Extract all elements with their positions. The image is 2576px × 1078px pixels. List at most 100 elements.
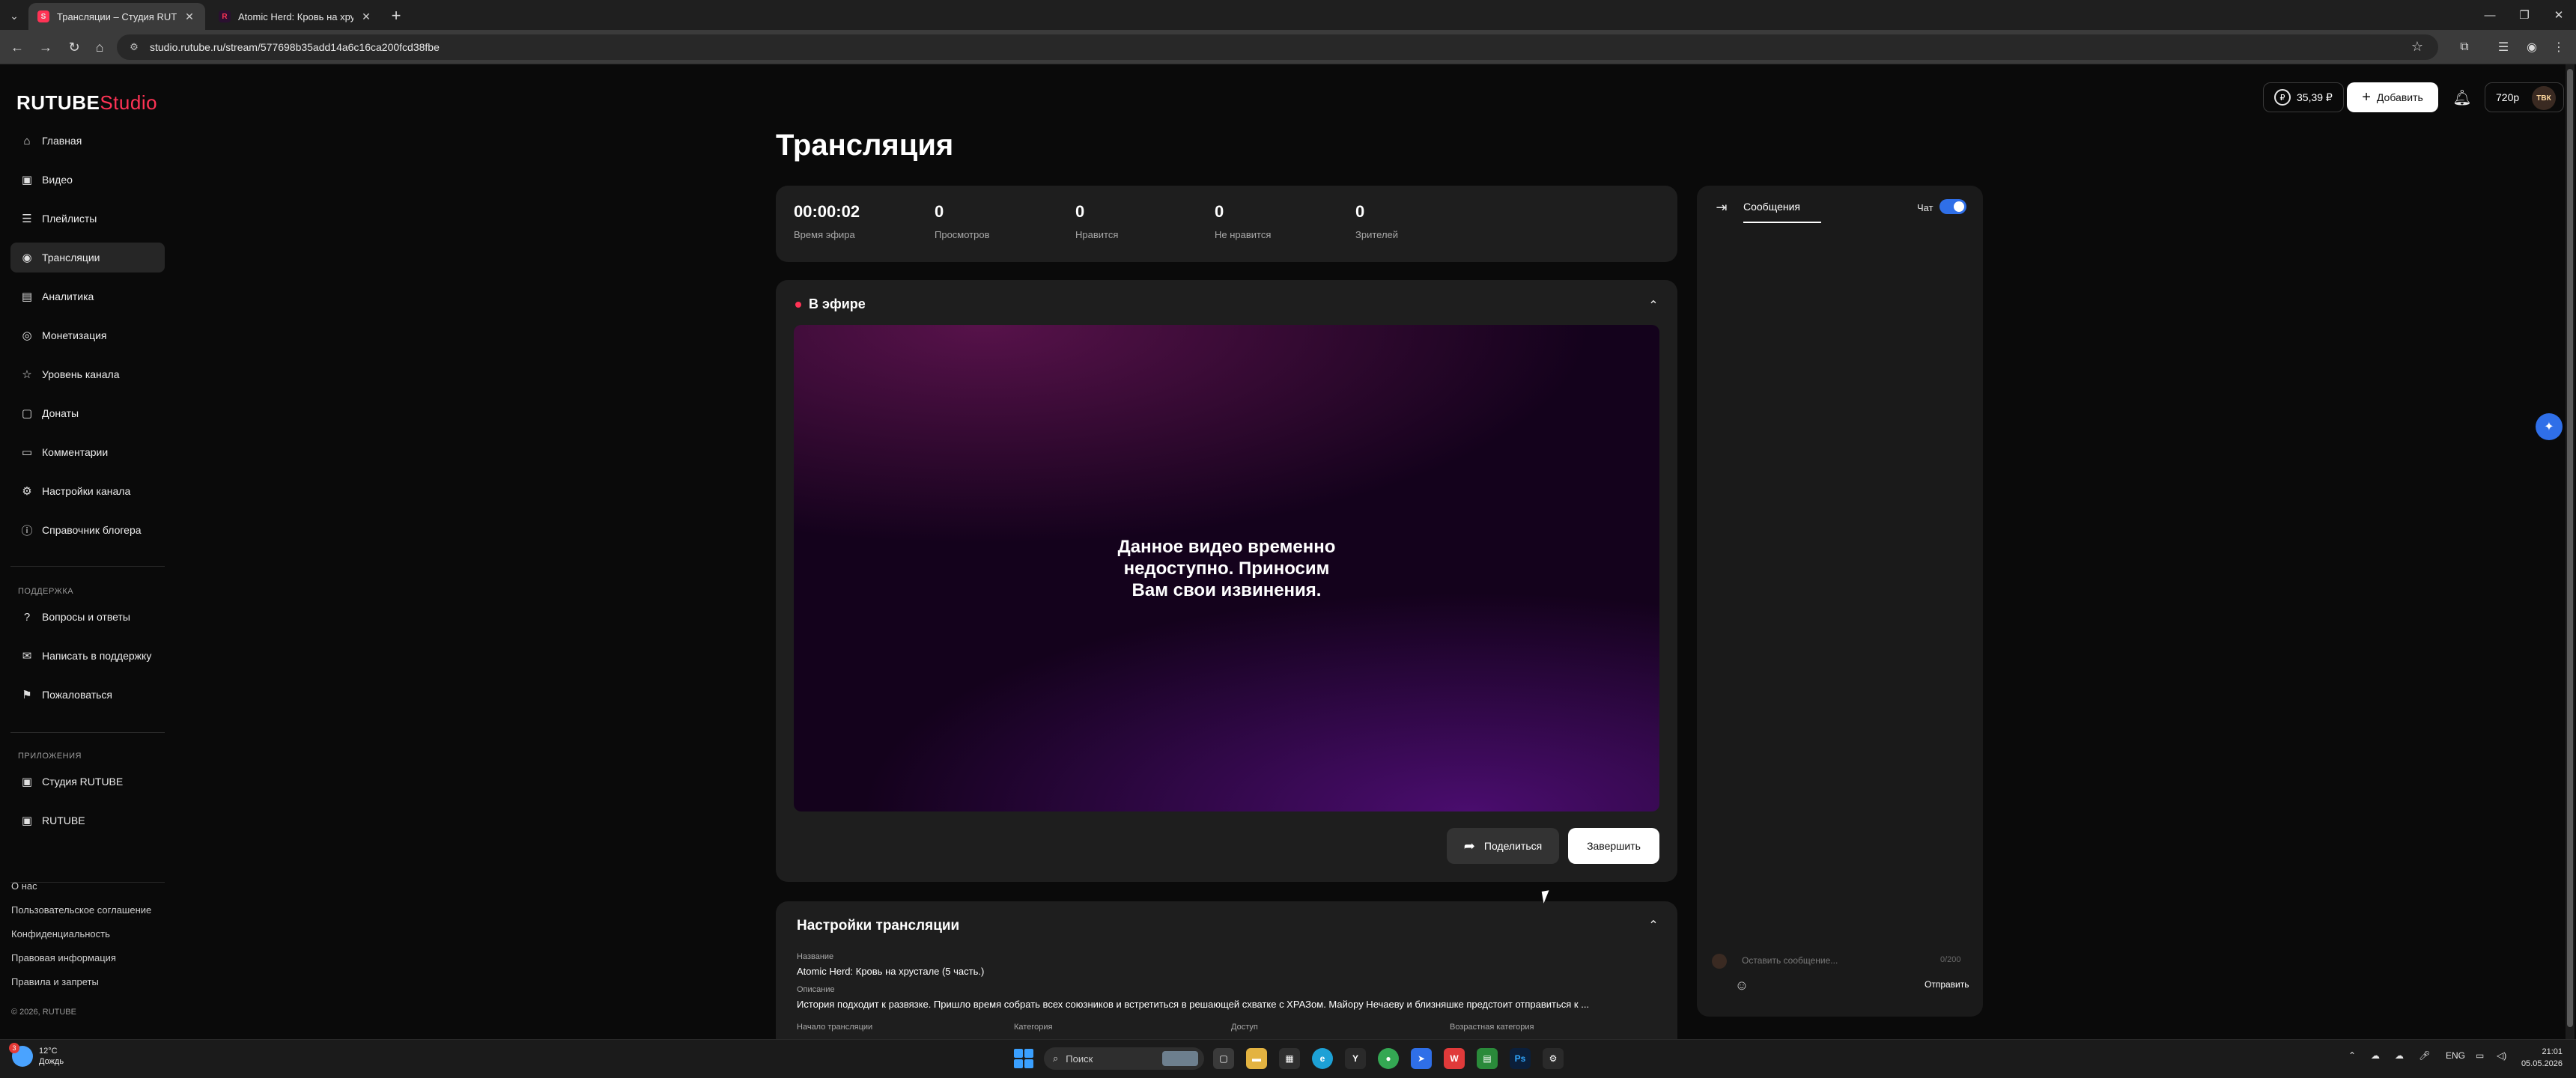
close-tab-icon[interactable]: ✕ [183, 10, 196, 23]
minimize-icon[interactable]: — [2471, 0, 2509, 30]
profile-icon[interactable]: ◉ [2521, 37, 2543, 58]
collapse-chevron-up-icon[interactable]: ⌃ [1643, 915, 1664, 936]
telegram-icon[interactable]: ➤ [1411, 1048, 1432, 1069]
settings-app-icon[interactable]: ⚙ [1543, 1048, 1564, 1069]
plus-icon: + [2362, 88, 2371, 106]
add-button[interactable]: + Добавить [2347, 82, 2438, 112]
collapse-chat-icon[interactable]: ⇥ [1712, 198, 1731, 217]
page-scrollbar[interactable] [2566, 64, 2575, 1039]
restore-icon[interactable]: ❐ [2506, 0, 2543, 30]
sidebar-item-analytics[interactable]: ▤ Аналитика [10, 281, 165, 311]
close-tab-icon[interactable]: ✕ [359, 10, 373, 23]
task-view-icon[interactable]: ▢ [1213, 1048, 1234, 1069]
address-bar[interactable]: ⚙ studio.rutube.ru/stream/577698b35add14… [117, 34, 2438, 60]
sidebar-item-channel-settings[interactable]: ⚙ Настройки канала [10, 476, 165, 506]
footer-link-terms[interactable]: Пользовательское соглашение [11, 904, 151, 916]
live-indicator-icon [795, 301, 801, 308]
back-icon[interactable]: ← [6, 37, 28, 58]
footer-link-legal[interactable]: Правовая информация [11, 952, 116, 963]
sidebar-item-rutube-app[interactable]: ▣ RUTUBE [10, 806, 165, 835]
quality-selector[interactable]: 720p ТВК [2485, 82, 2564, 112]
network-icon[interactable]: ▭ [2476, 1050, 2484, 1061]
broadcast-icon: ◉ [22, 252, 32, 264]
description-label: Описание [797, 985, 835, 994]
footer-link-about[interactable]: О нас [11, 880, 37, 892]
sidebar-item-report[interactable]: ⚑ Пожаловаться [10, 680, 165, 710]
tab-search-button[interactable]: ⌄ [4, 6, 24, 25]
sidebar-item-video[interactable]: ▣ Видео [10, 165, 165, 195]
taskbar-search[interactable]: ⌕ Поиск [1044, 1047, 1204, 1070]
browser-tab-active[interactable]: S Трансляции – Студия RUTUBE ✕ [28, 3, 205, 30]
sidebar-item-faq[interactable]: ? Вопросы и ответы [10, 602, 165, 632]
emoji-icon[interactable]: ☺ [1733, 976, 1751, 994]
tab-groups-icon[interactable]: ☰ [2492, 37, 2515, 58]
avatar[interactable]: ТВК [2532, 86, 2556, 110]
search-highlight-image [1162, 1051, 1198, 1066]
notifications-bell-icon[interactable]: 🔔︎ [2452, 87, 2473, 108]
end-stream-button[interactable]: Завершить [1568, 828, 1659, 864]
edge-browser-icon[interactable]: e [1312, 1048, 1333, 1069]
close-window-icon[interactable]: ✕ [2540, 0, 2576, 30]
chrome-browser-icon[interactable]: ● [1378, 1048, 1399, 1069]
sidebar-item-home[interactable]: ⌂ Главная [10, 126, 165, 156]
browser-menu-icon[interactable]: ⋮ [2548, 37, 2570, 58]
reload-icon[interactable]: ↻ [63, 37, 85, 58]
cloud-icon[interactable]: ☁ [2395, 1050, 2404, 1061]
chat-toggle[interactable] [1939, 199, 1966, 214]
assistant-widget-icon[interactable]: ✦ [2536, 413, 2563, 440]
sidebar-item-label: Настройки канала [42, 485, 131, 497]
share-button[interactable]: ➦ Поделиться [1447, 828, 1559, 864]
microphone-icon[interactable]: 🎤︎ [2419, 1050, 2430, 1061]
scrollbar-thumb[interactable] [2567, 69, 2573, 1027]
onedrive-icon[interactable]: ☁ [2371, 1050, 2380, 1061]
forward-icon[interactable]: → [34, 37, 57, 58]
weather-widget[interactable]: 3 12°C Дождь [9, 1043, 64, 1067]
app-launcher-icon[interactable]: ▤ [1477, 1048, 1498, 1069]
live-card: В эфире ⌃ Данное видео временно недоступ… [776, 280, 1677, 882]
sidebar-item-channel-level[interactable]: ☆ Уровень канала [10, 359, 165, 389]
photoshop-icon[interactable]: Ps [1510, 1048, 1531, 1069]
sidebar-item-broadcasts[interactable]: ◉ Трансляции [10, 243, 165, 272]
sidebar-item-blogger-guide[interactable]: ⓘ Справочник блогера [10, 515, 165, 545]
antivirus-icon[interactable]: W [1444, 1048, 1465, 1069]
sidebar-item-label: Главная [42, 135, 82, 147]
sidebar-item-playlists[interactable]: ☰ Плейлисты [10, 204, 165, 234]
stat-value: 0 [1215, 202, 1224, 221]
page-title: Трансляция [776, 129, 954, 162]
balance-badge[interactable]: ₽ 35,39 ₽ [2263, 82, 2344, 112]
sidebar-item-studio-app[interactable]: ▣ Студия RUTUBE [10, 767, 165, 797]
sidebar-item-comments[interactable]: ▭ Комментарии [10, 437, 165, 467]
chat-message-input[interactable]: Оставить сообщение... [1742, 955, 1936, 966]
calculator-icon[interactable]: ▦ [1279, 1048, 1300, 1069]
add-label: Добавить [2376, 91, 2423, 103]
sidebar-item-monetization[interactable]: ◎ Монетизация [10, 320, 165, 350]
sidebar-item-donations[interactable]: ▢ Донаты [10, 398, 165, 428]
live-title-text: В эфире [809, 296, 866, 311]
language-indicator[interactable]: ENG [2446, 1050, 2465, 1061]
quality-value: 720p [2496, 91, 2520, 103]
home-button-icon[interactable]: ⌂ [88, 37, 111, 58]
footer-link-rules[interactable]: Правила и запреты [11, 976, 99, 987]
yandex-browser-icon[interactable]: Y [1345, 1048, 1366, 1069]
info-icon: ⓘ [21, 524, 33, 538]
start-menu-icon[interactable] [1014, 1049, 1033, 1068]
footer-link-privacy[interactable]: Конфиденциальность [11, 928, 110, 940]
site-info-icon[interactable]: ⚙ [127, 40, 141, 54]
extensions-icon[interactable]: ⧉ [2453, 37, 2476, 58]
send-button[interactable]: Отправить [1925, 979, 1969, 990]
video-player[interactable]: Данное видео временно недоступно. Принос… [794, 325, 1659, 811]
sidebar-item-label: Вопросы и ответы [42, 611, 130, 623]
sidebar-item-label: Справочник блогера [42, 524, 142, 536]
volume-icon[interactable]: ◁) [2497, 1050, 2506, 1061]
system-clock[interactable]: 21:01 05.05.2026 [2521, 1046, 2563, 1070]
browser-tab[interactable]: R Atomic Herd: Кровь на хрусталe ✕ [210, 3, 382, 30]
new-tab-button[interactable]: + [386, 6, 406, 25]
sidebar-item-write-support[interactable]: ✉ Написать в поддержку [10, 641, 165, 671]
tray-overflow-icon[interactable]: ⌃ [2348, 1050, 2356, 1061]
tab-messages[interactable]: Сообщения [1743, 201, 1821, 223]
file-explorer-icon[interactable]: ▬ [1246, 1048, 1267, 1069]
collapse-chevron-up-icon[interactable]: ⌃ [1643, 295, 1664, 316]
app-icon: ▣ [21, 814, 33, 827]
bookmark-star-icon[interactable]: ☆ [2411, 39, 2423, 55]
rutube-studio-logo[interactable]: RUTUBEStudio [16, 91, 157, 115]
